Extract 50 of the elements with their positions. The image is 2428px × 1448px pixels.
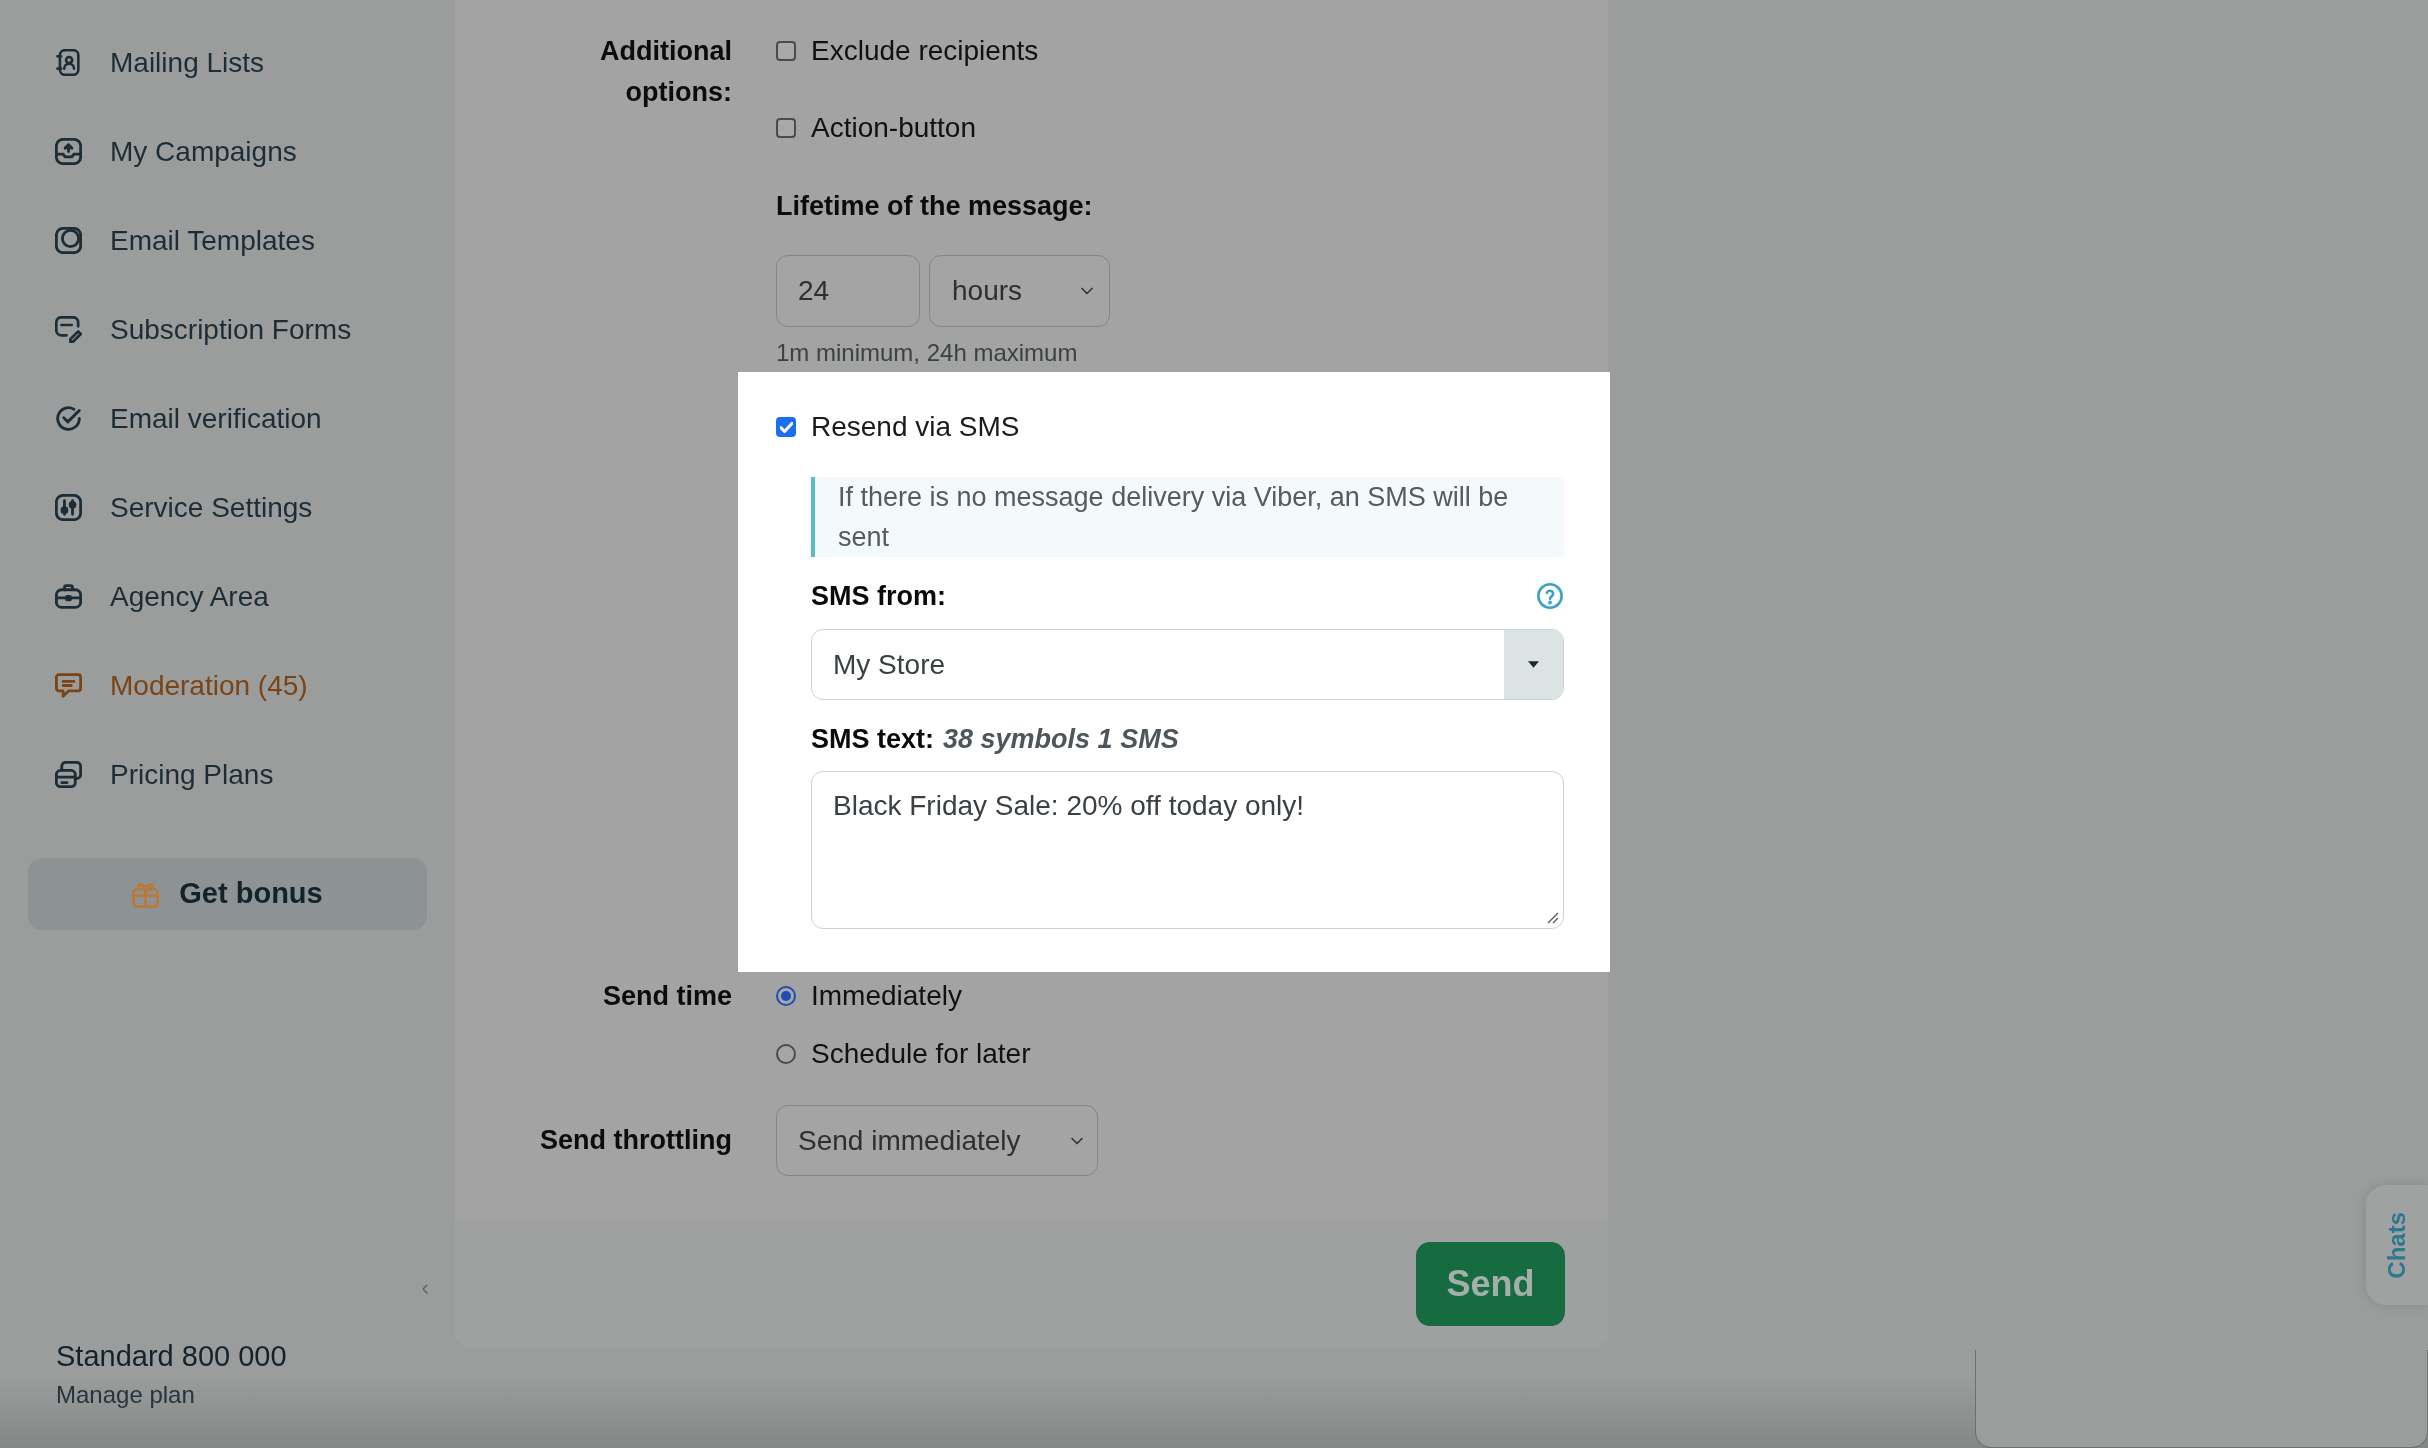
sidebar-item[interactable]: Service Settings [0,463,455,552]
field-label: SMS from: [811,579,946,613]
checkbox[interactable] [776,417,796,437]
manage-plan-link[interactable]: Manage plan [56,1379,195,1411]
sliders-icon [55,494,82,521]
sidebar-item[interactable]: Email verification [0,374,455,463]
resize-grip-icon[interactable] [1547,912,1559,924]
sidebar-item[interactable]: Email Templates [0,196,455,285]
sidebar-item[interactable]: Moderation (45) [0,641,455,730]
radio-button[interactable] [776,986,796,1006]
hint-text: 1m minimum, 24h maximum [776,338,1078,368]
gift-icon [132,880,160,908]
checkbox-label: Action-button [811,111,976,145]
address-book-icon [55,49,82,76]
send-button[interactable]: Send [1416,1242,1565,1326]
plan-name: Standard 800 000 [56,1339,287,1374]
check-circle-icon [55,405,82,432]
help-icon[interactable] [1536,582,1564,610]
checkmark-icon [779,421,793,433]
unit-select[interactable]: hours [929,255,1110,327]
field-label: Additional options: [599,35,732,109]
checkbox-label: Exclude recipients [811,34,1039,68]
field-label: Send throttling [540,1124,732,1157]
caret-down-icon [1528,661,1539,668]
stacked-cards-icon [55,761,82,788]
number-field[interactable]: 24 [776,255,920,327]
checkbox-label: Resend via SMS [811,410,1020,444]
checkbox[interactable] [776,41,796,61]
form-pencil-icon [55,316,82,343]
sidebar-item[interactable]: Agency Area [0,552,455,641]
radio-label: Immediately [811,979,962,1013]
sender-select[interactable]: My Store [811,629,1564,700]
character-counter: 38 symbols 1 SMS [943,722,1179,756]
sidebar-item[interactable]: Pricing Plans [0,730,455,819]
message-text-area[interactable]: Black Friday Sale: 20% off today only! [811,771,1564,929]
checkbox[interactable] [776,118,796,138]
briefcase-icon [55,583,82,610]
sidebar-item[interactable]: Mailing Lists [0,18,455,107]
field-label: Send time [602,980,732,1013]
radio-button[interactable] [776,1044,796,1064]
sidebar-item[interactable]: My Campaigns [0,107,455,196]
info-note: If there is no message delivery via Viber, an SMS will be sent [811,477,1564,557]
message-icon [55,672,82,699]
field-label: SMS text: [811,722,935,756]
section-heading: Lifetime of the message: [776,190,1093,223]
get-bonus-button[interactable]: Get bonus [28,858,427,930]
sidebar-item[interactable]: Subscription Forms [0,285,455,374]
radio-label: Schedule for later [811,1037,1031,1071]
dropdown-toggle[interactable] [1504,630,1563,699]
throttling-select[interactable]: Send immediately [776,1105,1098,1176]
